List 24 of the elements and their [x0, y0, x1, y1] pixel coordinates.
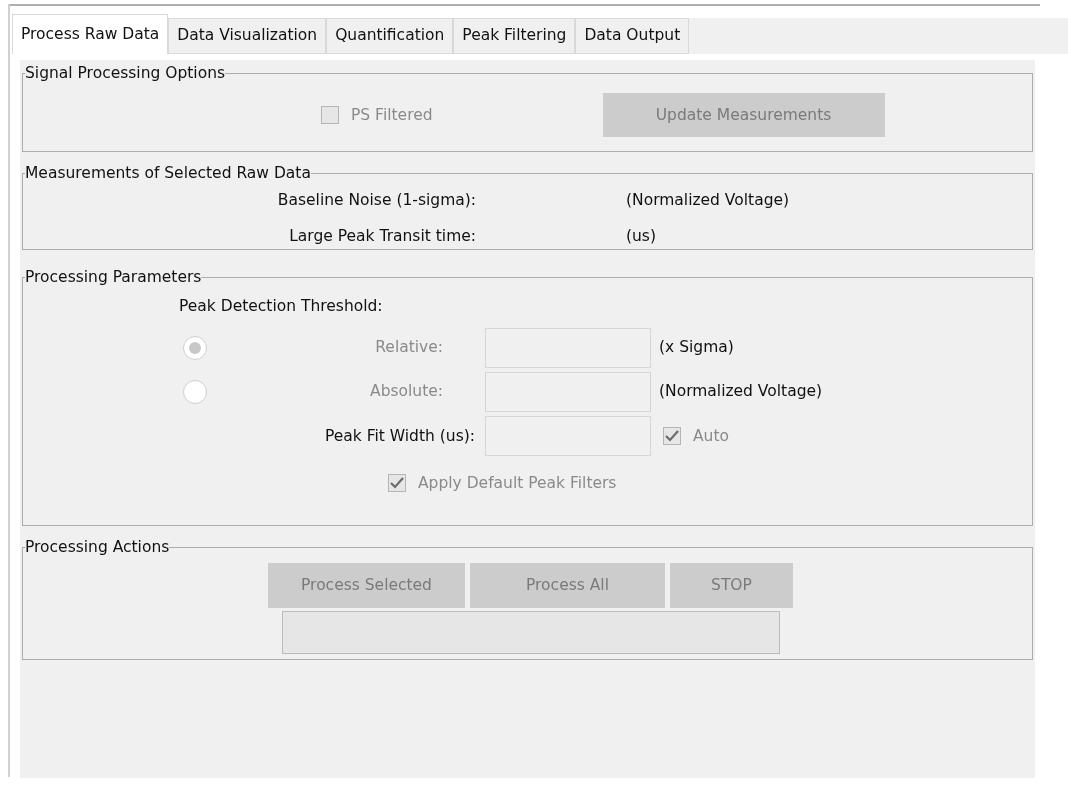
- measurement-unit: (us): [626, 225, 657, 247]
- checkmark-icon: [665, 430, 679, 443]
- group-title: Signal Processing Options: [25, 63, 226, 84]
- tab[interactable]: Process Raw Data: [12, 14, 169, 54]
- checkbox-label: Apply Default Peak Filters: [418, 472, 617, 494]
- unit-label: (Normalized Voltage): [659, 381, 823, 403]
- checkbox-label: Auto: [693, 425, 729, 447]
- tab[interactable]: Quantification: [326, 18, 454, 54]
- unit-label: (x Sigma): [659, 337, 734, 359]
- group-title: Measurements of Selected Raw Data: [25, 163, 311, 184]
- measurement-label: Large Peak Transit time:: [288, 225, 476, 247]
- radio-label: Absolute:: [369, 381, 443, 403]
- fit-width-label: Peak Fit Width (us):: [324, 425, 475, 447]
- tab[interactable]: Data Visualization: [168, 18, 327, 54]
- checkbox-label: PS Filtered: [351, 104, 433, 126]
- group-title: Processing Parameters: [25, 267, 202, 288]
- measurement-unit: (Normalized Voltage): [626, 190, 791, 212]
- threshold-label: Peak Detection Threshold:: [179, 296, 384, 318]
- radio-label: Relative:: [374, 337, 443, 359]
- checkmark-icon: [390, 477, 404, 490]
- tab[interactable]: Peak Filtering: [453, 18, 576, 54]
- measurement-label: Baseline Noise (1-sigma):: [276, 190, 476, 212]
- tab[interactable]: Data Output: [575, 18, 690, 54]
- group-title: Processing Actions: [25, 537, 170, 558]
